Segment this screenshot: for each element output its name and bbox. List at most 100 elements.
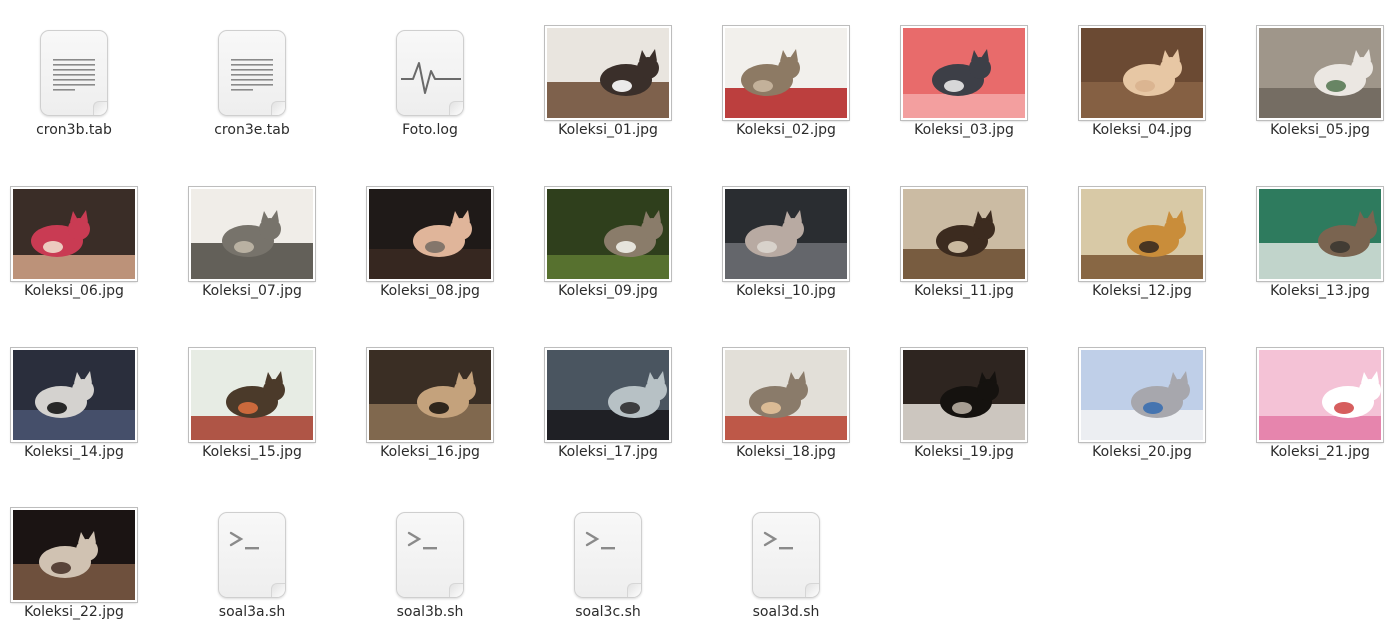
file-item[interactable]: Koleksi_07.jpg xyxy=(172,186,332,327)
file-name-label: soal3c.sh xyxy=(575,604,641,620)
file-item[interactable]: Koleksi_12.jpg xyxy=(1062,186,1222,327)
file-icon-area xyxy=(706,25,866,122)
image-thumbnail xyxy=(10,507,138,603)
file-icon-area xyxy=(706,186,866,283)
terminal-script-icon xyxy=(752,512,820,598)
file-item[interactable]: cron3e.tab xyxy=(172,26,332,166)
file-item[interactable]: Koleksi_22.jpg xyxy=(0,507,154,638)
image-thumbnail xyxy=(1256,347,1384,443)
file-item[interactable]: Koleksi_10.jpg xyxy=(706,186,866,327)
file-name-label: Koleksi_10.jpg xyxy=(736,283,836,299)
file-item[interactable]: Koleksi_15.jpg xyxy=(172,347,332,488)
file-name-label: Koleksi_18.jpg xyxy=(736,444,836,460)
file-name-label: Koleksi_20.jpg xyxy=(1092,444,1192,460)
file-name-label: Koleksi_04.jpg xyxy=(1092,122,1192,138)
file-name-label: Koleksi_03.jpg xyxy=(914,122,1014,138)
file-name-label: Koleksi_19.jpg xyxy=(914,444,1014,460)
file-icon-area xyxy=(172,347,332,444)
file-icon-area xyxy=(350,186,510,283)
image-thumbnail xyxy=(722,347,850,443)
terminal-script-icon xyxy=(574,512,642,598)
file-icon-area xyxy=(0,26,154,122)
file-icon-area xyxy=(706,347,866,444)
file-icon-area xyxy=(0,507,154,604)
image-thumbnail xyxy=(10,347,138,443)
image-thumbnail xyxy=(188,347,316,443)
file-icon-area xyxy=(350,347,510,444)
image-thumbnail xyxy=(722,25,850,121)
file-name-label: Koleksi_15.jpg xyxy=(202,444,302,460)
file-item[interactable]: cron3b.tab xyxy=(0,26,154,166)
file-icon-area xyxy=(0,347,154,444)
file-item[interactable]: Koleksi_21.jpg xyxy=(1240,347,1400,488)
file-item[interactable]: Koleksi_01.jpg xyxy=(528,25,688,166)
image-thumbnail xyxy=(1256,186,1384,282)
file-icon-area xyxy=(1062,347,1222,444)
file-item[interactable]: Koleksi_17.jpg xyxy=(528,347,688,488)
terminal-script-icon xyxy=(396,512,464,598)
image-thumbnail xyxy=(188,186,316,282)
image-thumbnail xyxy=(900,25,1028,121)
file-item[interactable]: Koleksi_02.jpg xyxy=(706,25,866,166)
file-name-label: Koleksi_01.jpg xyxy=(558,122,658,138)
file-item[interactable]: Koleksi_14.jpg xyxy=(0,347,154,488)
terminal-script-icon xyxy=(218,512,286,598)
file-name-label: Koleksi_11.jpg xyxy=(914,283,1014,299)
file-item[interactable]: Koleksi_20.jpg xyxy=(1062,347,1222,488)
image-thumbnail xyxy=(900,347,1028,443)
file-name-label: Koleksi_13.jpg xyxy=(1270,283,1370,299)
file-icon-area xyxy=(528,186,688,283)
file-name-label: soal3d.sh xyxy=(752,604,820,620)
file-name-label: Koleksi_02.jpg xyxy=(736,122,836,138)
file-icon-area xyxy=(0,186,154,283)
file-icon-area xyxy=(1240,347,1400,444)
file-item[interactable]: Koleksi_16.jpg xyxy=(350,347,510,488)
file-icon-area xyxy=(884,25,1044,122)
file-item[interactable]: Koleksi_04.jpg xyxy=(1062,25,1222,166)
file-name-label: cron3b.tab xyxy=(36,122,112,138)
file-item[interactable]: soal3a.sh xyxy=(172,508,332,638)
file-icon-area xyxy=(528,508,688,604)
image-thumbnail xyxy=(1078,186,1206,282)
file-item[interactable]: soal3d.sh xyxy=(706,508,866,638)
file-item[interactable]: Foto.log xyxy=(350,26,510,166)
file-name-label: soal3b.sh xyxy=(396,604,464,620)
file-icon-area xyxy=(706,508,866,604)
image-thumbnail xyxy=(366,186,494,282)
image-thumbnail xyxy=(1078,347,1206,443)
file-name-label: Koleksi_07.jpg xyxy=(202,283,302,299)
file-icon-area xyxy=(1240,25,1400,122)
file-icon-area xyxy=(172,26,332,122)
image-thumbnail xyxy=(366,347,494,443)
file-name-label: Foto.log xyxy=(402,122,458,138)
file-item[interactable]: Koleksi_05.jpg xyxy=(1240,25,1400,166)
image-thumbnail xyxy=(544,347,672,443)
image-thumbnail xyxy=(544,25,672,121)
file-item[interactable]: soal3c.sh xyxy=(528,508,688,638)
file-icon-area xyxy=(172,508,332,604)
file-name-label: Koleksi_05.jpg xyxy=(1270,122,1370,138)
file-item[interactable]: Koleksi_03.jpg xyxy=(884,25,1044,166)
file-item[interactable]: Koleksi_13.jpg xyxy=(1240,186,1400,327)
file-item[interactable]: Koleksi_06.jpg xyxy=(0,186,154,327)
file-icon-area xyxy=(528,347,688,444)
file-name-label: Koleksi_12.jpg xyxy=(1092,283,1192,299)
file-item[interactable]: Koleksi_11.jpg xyxy=(884,186,1044,327)
file-icon-area xyxy=(1240,186,1400,283)
image-thumbnail xyxy=(544,186,672,282)
file-item[interactable]: Koleksi_19.jpg xyxy=(884,347,1044,488)
file-item[interactable]: Koleksi_09.jpg xyxy=(528,186,688,327)
file-name-label: Koleksi_08.jpg xyxy=(380,283,480,299)
file-item[interactable]: Koleksi_08.jpg xyxy=(350,186,510,327)
file-item[interactable]: soal3b.sh xyxy=(350,508,510,638)
file-icon-area xyxy=(1062,186,1222,283)
file-name-label: soal3a.sh xyxy=(218,604,286,620)
file-item[interactable]: Koleksi_18.jpg xyxy=(706,347,866,488)
file-name-label: Koleksi_21.jpg xyxy=(1270,444,1370,460)
log-document-icon xyxy=(396,30,464,116)
file-name-label: Koleksi_22.jpg xyxy=(24,604,124,620)
image-thumbnail xyxy=(722,186,850,282)
image-thumbnail xyxy=(1078,25,1206,121)
file-icon-area xyxy=(350,508,510,604)
file-icon-area xyxy=(350,26,510,122)
